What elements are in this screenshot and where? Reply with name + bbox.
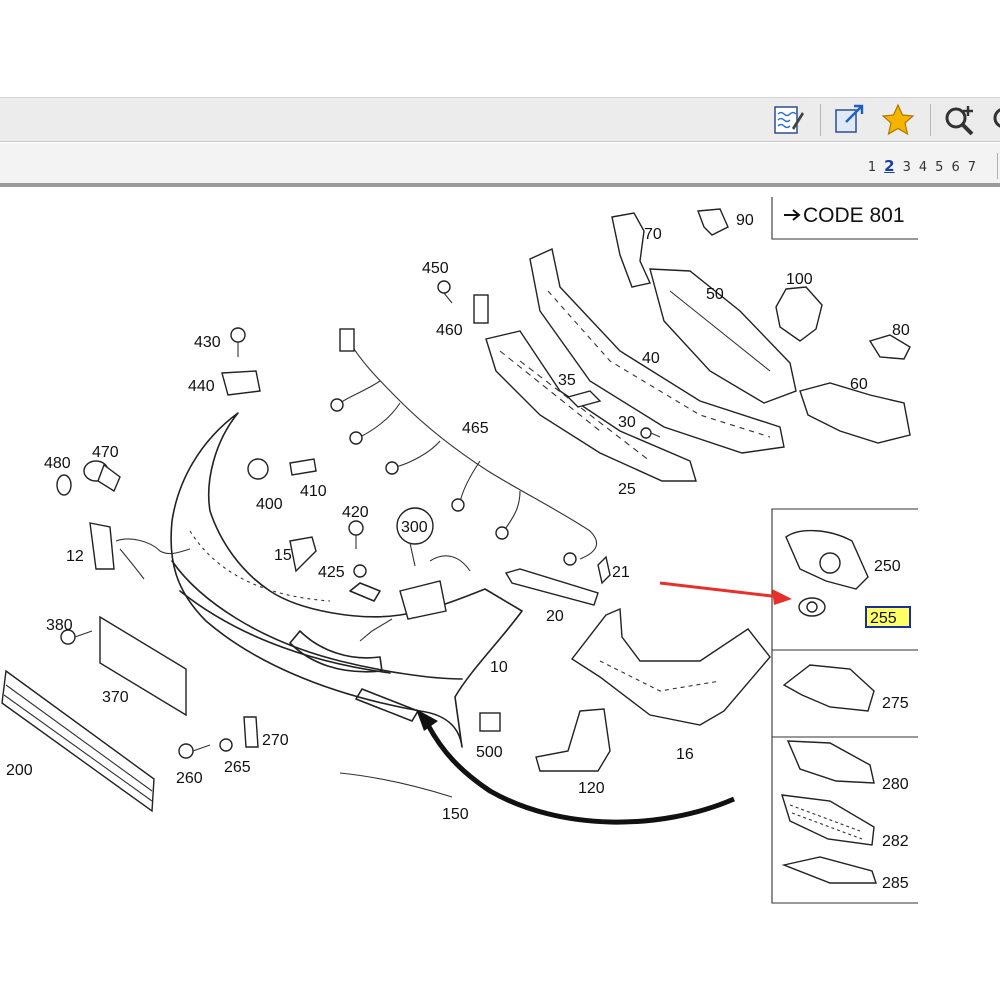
- label-12[interactable]: 12: [66, 548, 84, 565]
- part-150-trim[interactable]: [339, 772, 453, 798]
- label-370[interactable]: 370: [102, 689, 129, 706]
- pager-separator: [997, 153, 998, 179]
- part-70-bracket[interactable]: [611, 212, 651, 288]
- page-link-7[interactable]: 7: [968, 160, 976, 175]
- label-480[interactable]: 480: [44, 455, 71, 472]
- toolbar-separator: [820, 104, 821, 136]
- part-265-washer[interactable]: [219, 738, 233, 752]
- toolbar: [0, 97, 1000, 142]
- label-380[interactable]: 380: [46, 617, 73, 634]
- zoom-in-icon[interactable]: [942, 102, 978, 138]
- part-282-grille[interactable]: [781, 794, 875, 846]
- label-460[interactable]: 460: [436, 322, 463, 339]
- label-255[interactable]: 255: [870, 610, 897, 627]
- part-20-strip[interactable]: [504, 568, 599, 606]
- page-link-6[interactable]: 6: [951, 160, 959, 175]
- part-270-bracket[interactable]: [243, 716, 259, 748]
- label-16[interactable]: 16: [676, 746, 694, 763]
- label-280[interactable]: 280: [882, 776, 909, 793]
- label-400[interactable]: 400: [256, 496, 283, 513]
- part-430-bolt[interactable]: [230, 327, 246, 357]
- label-70[interactable]: 70: [644, 226, 662, 243]
- fit-page-icon[interactable]: [832, 102, 868, 138]
- part-255-ring[interactable]: [798, 597, 826, 617]
- label-10[interactable]: 10: [490, 659, 508, 676]
- part-425-washer[interactable]: [353, 564, 367, 578]
- part-450-screw[interactable]: [437, 280, 453, 304]
- favorite-star-icon[interactable]: [880, 102, 916, 138]
- page-link-3[interactable]: 3: [903, 160, 911, 175]
- label-40[interactable]: 40: [642, 350, 660, 367]
- label-260[interactable]: 260: [176, 770, 203, 787]
- annotate-icon[interactable]: [770, 102, 806, 138]
- label-420[interactable]: 420: [342, 504, 369, 521]
- label-60[interactable]: 60: [850, 376, 868, 393]
- label-440[interactable]: 440: [188, 378, 215, 395]
- part-90-clip[interactable]: [697, 208, 729, 236]
- part-440-clip[interactable]: [221, 370, 261, 396]
- label-425[interactable]: 425: [318, 564, 345, 581]
- label-150[interactable]: 150: [442, 806, 469, 823]
- label-300[interactable]: 300: [401, 519, 428, 536]
- code-label: CODE 801: [803, 204, 905, 227]
- part-30-screw[interactable]: [640, 427, 661, 439]
- label-21[interactable]: 21: [612, 564, 630, 581]
- label-250[interactable]: 250: [874, 558, 901, 575]
- part-250-cover[interactable]: [785, 529, 869, 590]
- part-465-harness[interactable]: [330, 328, 598, 566]
- label-35[interactable]: 35: [558, 372, 576, 389]
- label-100[interactable]: 100: [786, 271, 813, 288]
- part-420-bolt[interactable]: [348, 520, 364, 549]
- label-282[interactable]: 282: [882, 833, 909, 850]
- label-285[interactable]: 285: [882, 875, 909, 892]
- part-16-bracket[interactable]: [570, 607, 771, 726]
- part-200-grille[interactable]: [1, 669, 155, 813]
- label-200[interactable]: 200: [6, 762, 33, 779]
- part-470-sensor[interactable]: [83, 460, 121, 493]
- label-270[interactable]: 270: [262, 732, 289, 749]
- label-25[interactable]: 25: [618, 481, 636, 498]
- label-465[interactable]: 465: [462, 420, 489, 437]
- page-link-1[interactable]: 1: [868, 160, 876, 175]
- label-450[interactable]: 450: [422, 260, 449, 277]
- part-480-ring[interactable]: [56, 474, 72, 496]
- label-500[interactable]: 500: [476, 744, 503, 761]
- toolbar-separator: [930, 104, 931, 136]
- part-275-light[interactable]: [782, 664, 875, 712]
- page-navigation: 1234567: [0, 143, 1000, 187]
- label-410[interactable]: 410: [300, 483, 327, 500]
- page-link-4[interactable]: 4: [919, 160, 927, 175]
- zoom-out-icon[interactable]: [988, 102, 1000, 138]
- label-20[interactable]: 20: [546, 608, 564, 625]
- code-label-box: CODE 801: [784, 204, 905, 227]
- part-410-screw[interactable]: [289, 458, 317, 476]
- part-100-bracket[interactable]: [775, 286, 823, 342]
- part-15-bracket[interactable]: [289, 536, 317, 573]
- page-list: 1234567: [860, 157, 976, 175]
- label-15[interactable]: 15: [274, 547, 292, 564]
- part-500-clip[interactable]: [479, 712, 501, 732]
- parts-diagram: CODE 801 10 12 15 16 20 21 25 30 35 40 5…: [1, 197, 918, 904]
- label-430[interactable]: 430: [194, 334, 221, 351]
- page-link-5[interactable]: 5: [935, 160, 943, 175]
- part-21-screw[interactable]: [597, 555, 611, 585]
- label-120[interactable]: 120: [578, 780, 605, 797]
- label-90[interactable]: 90: [736, 212, 754, 229]
- part-260-bolt[interactable]: [178, 743, 211, 759]
- part-400-holder[interactable]: [247, 458, 269, 480]
- part-460-clip[interactable]: [473, 294, 489, 324]
- label-50[interactable]: 50: [706, 286, 724, 303]
- label-80[interactable]: 80: [892, 322, 910, 339]
- part-280-cover[interactable]: [786, 740, 875, 784]
- part-285-strip[interactable]: [781, 856, 877, 884]
- label-265[interactable]: 265: [224, 759, 251, 776]
- part-120-airguide[interactable]: [535, 708, 611, 772]
- bumper-cover[interactable]: [170, 412, 523, 748]
- label-275[interactable]: 275: [882, 695, 909, 712]
- page-link-2[interactable]: 2: [884, 157, 894, 175]
- label-30[interactable]: 30: [618, 414, 636, 431]
- label-470[interactable]: 470: [92, 444, 119, 461]
